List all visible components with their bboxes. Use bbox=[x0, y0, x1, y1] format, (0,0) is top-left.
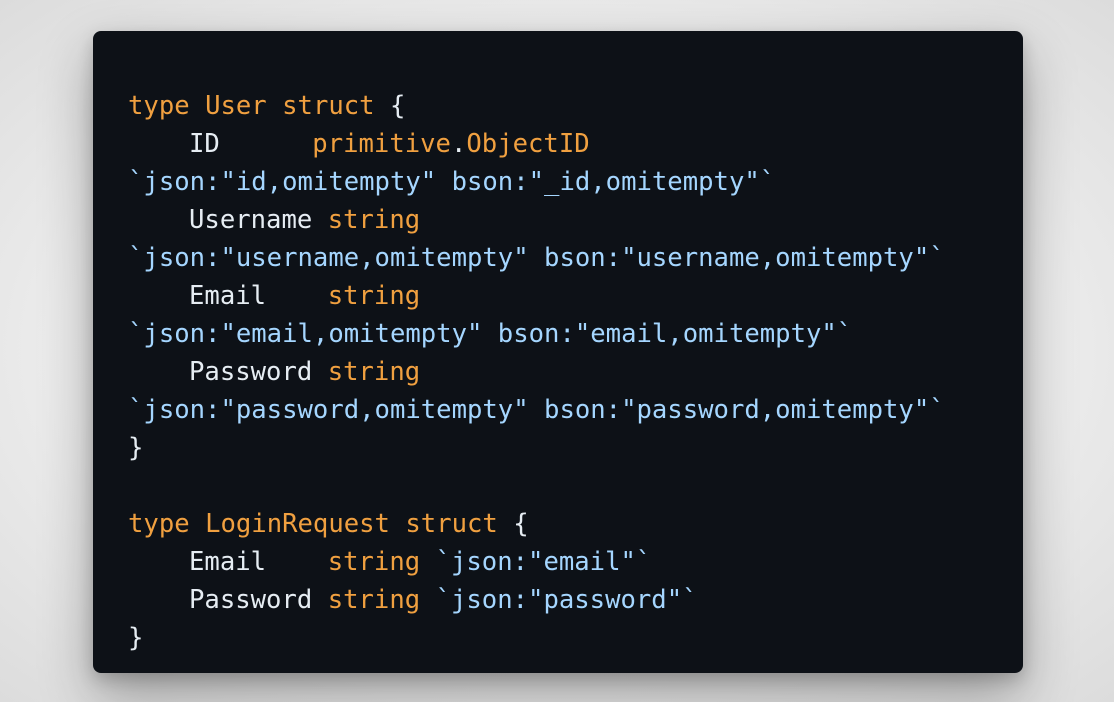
code-line-username-tag: `json:"username,omitempty" bson:"usernam… bbox=[128, 239, 1023, 277]
struct-name-user: User bbox=[205, 91, 267, 121]
field-name-username: Username bbox=[189, 205, 313, 235]
field-name-email: Email bbox=[189, 281, 267, 311]
code-line-login-close: } bbox=[128, 619, 1023, 657]
field-type-email: string bbox=[327, 547, 421, 577]
keyword-type: type bbox=[128, 509, 190, 539]
field-name-password: Password bbox=[189, 585, 313, 615]
code-window: type User struct {ID primitive.ObjectID `… bbox=[93, 31, 1023, 673]
field-type-password: string bbox=[327, 357, 421, 387]
keyword-struct: struct bbox=[405, 509, 498, 539]
code-line-email-field: Email string bbox=[128, 277, 1023, 315]
field-type-username: string bbox=[327, 205, 421, 235]
keyword-struct: struct bbox=[282, 91, 375, 121]
code-line-id-field: ID primitive.ObjectID bbox=[128, 125, 1023, 163]
code-line-password-tag: `json:"password,omitempty" bson:"passwor… bbox=[128, 391, 1023, 429]
code-line-user-decl: type User struct { bbox=[128, 87, 1023, 125]
brace-close: } bbox=[128, 433, 144, 463]
struct-tag-id: `json:"id,omitempty" bson:"_id,omitempty… bbox=[128, 167, 776, 197]
code-line-login-password: Password string `json:"password"` bbox=[128, 581, 1023, 619]
code-line-email-tag: `json:"email,omitempty" bson:"email,omit… bbox=[128, 315, 1023, 353]
struct-tag-username: `json:"username,omitempty" bson:"usernam… bbox=[128, 243, 945, 273]
code-line-password-field: Password string bbox=[128, 353, 1023, 391]
code-line-id-tag: `json:"id,omitempty" bson:"_id,omitempty… bbox=[128, 163, 1023, 201]
brace-open: { bbox=[390, 91, 406, 121]
code-line-username-field: Username string bbox=[128, 201, 1023, 239]
type-package-primitive: primitive bbox=[312, 129, 451, 159]
struct-tag-login-password: `json:"password"` bbox=[435, 585, 698, 615]
code-block: type User struct {ID primitive.ObjectID `… bbox=[128, 87, 1023, 657]
type-dot: . bbox=[450, 129, 467, 159]
brace-open: { bbox=[513, 509, 529, 539]
brace-close: } bbox=[128, 623, 144, 653]
code-line-login-email: Email string `json:"email"` bbox=[128, 543, 1023, 581]
code-line-login-decl: type LoginRequest struct { bbox=[128, 505, 1023, 543]
field-name-id: ID bbox=[189, 129, 220, 159]
struct-name-loginrequest: LoginRequest bbox=[205, 509, 390, 539]
field-name-email: Email bbox=[189, 547, 267, 577]
struct-tag-email: `json:"email,omitempty" bson:"email,omit… bbox=[128, 319, 853, 349]
struct-tag-password: `json:"password,omitempty" bson:"passwor… bbox=[128, 395, 945, 425]
struct-tag-login-email: `json:"email"` bbox=[435, 547, 652, 577]
keyword-type: type bbox=[128, 91, 190, 121]
code-line-user-close: } bbox=[128, 429, 1023, 467]
field-type-password: string bbox=[327, 585, 421, 615]
type-objectid: ObjectID bbox=[466, 129, 590, 159]
field-name-password: Password bbox=[189, 357, 313, 387]
field-type-email: string bbox=[327, 281, 421, 311]
